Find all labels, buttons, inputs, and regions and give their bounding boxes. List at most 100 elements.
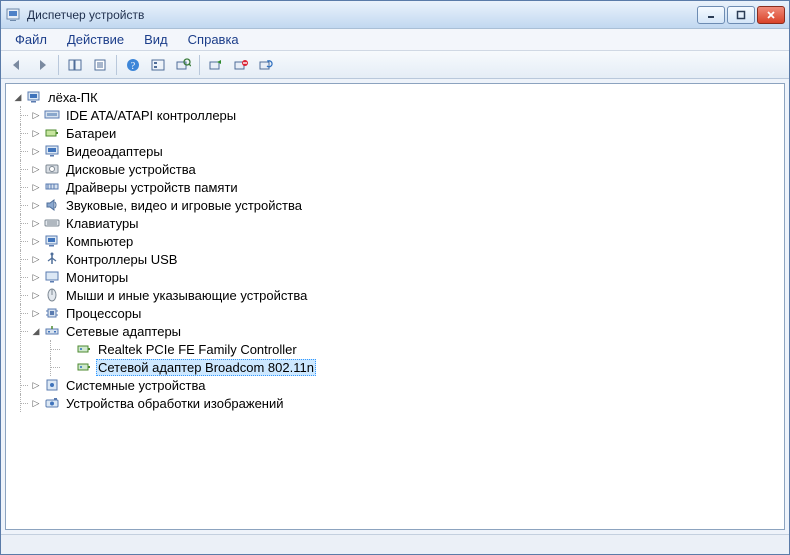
- tree-category-node[interactable]: ▷ Звуковые, видео и игровые устройства: [6, 196, 784, 214]
- expand-icon[interactable]: ▷: [30, 163, 42, 175]
- show-hide-tree-button[interactable]: [63, 54, 87, 76]
- tree-root-label: лёха-ПК: [46, 90, 100, 105]
- expand-icon[interactable]: ▷: [30, 217, 42, 229]
- expand-icon[interactable]: ▷: [30, 307, 42, 319]
- tree-category-node[interactable]: ▷Процессоры: [6, 304, 784, 322]
- nav-forward-button[interactable]: [30, 54, 54, 76]
- tree-device-label: Realtek PCIe FE Family Controller: [96, 342, 299, 357]
- window: Диспетчер устройств Файл Действие Вид Сп…: [0, 0, 790, 555]
- tree-category-label: Системные устройства: [64, 378, 207, 393]
- tree-category-node[interactable]: ▷ Батареи: [6, 124, 784, 142]
- memory-icon: [44, 179, 60, 195]
- menu-view[interactable]: Вид: [136, 30, 176, 49]
- toolbar-separator: [58, 55, 59, 75]
- help-button[interactable]: ?: [121, 54, 145, 76]
- tree-category-node[interactable]: ▷ Клавиатуры: [6, 214, 784, 232]
- tree-device-node[interactable]: Realtek PCIe FE Family Controller: [6, 340, 784, 358]
- tree-category-node[interactable]: ▷ Мыши и иные указывающие устройства: [6, 286, 784, 304]
- tree-category-node[interactable]: ▷ Дисковые устройства: [6, 160, 784, 178]
- menubar: Файл Действие Вид Справка: [1, 29, 789, 51]
- tree-category-label: IDE ATA/ATAPI контроллеры: [64, 108, 238, 123]
- properties-button[interactable]: [88, 54, 112, 76]
- app-icon: [5, 7, 21, 23]
- keyboard-icon: [44, 215, 60, 231]
- tree-category-node[interactable]: ▷ Видеоадаптеры: [6, 142, 784, 160]
- menu-help[interactable]: Справка: [180, 30, 247, 49]
- minimize-button[interactable]: [697, 6, 725, 24]
- expand-icon[interactable]: ▷: [30, 271, 42, 283]
- expand-icon[interactable]: ▷: [30, 145, 42, 157]
- tree-category-node[interactable]: ◢ Сетевые адаптеры: [6, 322, 784, 340]
- maximize-button[interactable]: [727, 6, 755, 24]
- tree-category-label: Драйверы устройств памяти: [64, 180, 240, 195]
- disable-device-button[interactable]: [229, 54, 253, 76]
- expand-icon[interactable]: ▷: [30, 199, 42, 211]
- scan-hardware-button[interactable]: [171, 54, 195, 76]
- tree-category-label: Контроллеры USB: [64, 252, 179, 267]
- expand-icon[interactable]: ▷: [30, 235, 42, 247]
- tree-category-label: Клавиатуры: [64, 216, 141, 231]
- titlebar: Диспетчер устройств: [1, 1, 789, 29]
- expand-icon[interactable]: ▷: [30, 289, 42, 301]
- imaging-icon: [44, 395, 60, 411]
- tree-category-label: Устройства обработки изображений: [64, 396, 286, 411]
- tree-category-node[interactable]: ▷ Контроллеры USB: [6, 250, 784, 268]
- window-title: Диспетчер устройств: [27, 8, 697, 22]
- tree-device-node[interactable]: Сетевой адаптер Broadcom 802.11n: [6, 358, 784, 376]
- tree-category-node[interactable]: ▷ IDE ATA/ATAPI контроллеры: [6, 106, 784, 124]
- tree-category-node[interactable]: ▷ Мониторы: [6, 268, 784, 286]
- collapse-icon[interactable]: ◢: [12, 91, 24, 103]
- system-icon: [44, 377, 60, 393]
- cpu-icon: [44, 305, 60, 321]
- tree-category-label: Мыши и иные указывающие устройства: [64, 288, 309, 303]
- expand-icon[interactable]: ▷: [30, 253, 42, 265]
- computer-icon: [26, 89, 42, 105]
- tree-category-node[interactable]: ▷ Системные устройства: [6, 376, 784, 394]
- tree-category-label: Мониторы: [64, 270, 130, 285]
- tree-category-label: Сетевые адаптеры: [64, 324, 183, 339]
- tree-category-label: Компьютер: [64, 234, 135, 249]
- svg-text:?: ?: [131, 61, 136, 72]
- expand-icon[interactable]: ▷: [30, 379, 42, 391]
- display-icon: [44, 143, 60, 159]
- toolbar: ?: [1, 51, 789, 79]
- battery-icon: [44, 125, 60, 141]
- nav-back-button[interactable]: [5, 54, 29, 76]
- nic-icon: [76, 359, 92, 375]
- expand-icon[interactable]: ▷: [30, 181, 42, 193]
- menu-action[interactable]: Действие: [59, 30, 132, 49]
- tree-category-label: Батареи: [64, 126, 118, 141]
- tree-category-label: Видеоадаптеры: [64, 144, 165, 159]
- disk-icon: [44, 161, 60, 177]
- tree-device-label: Сетевой адаптер Broadcom 802.11n: [96, 359, 316, 376]
- tree-category-label: Звуковые, видео и игровые устройства: [64, 198, 304, 213]
- menu-file[interactable]: Файл: [7, 30, 55, 49]
- tree-category-node[interactable]: ▷ Компьютер: [6, 232, 784, 250]
- expand-icon[interactable]: ▷: [30, 109, 42, 121]
- tree-category-node[interactable]: ▷ Устройства обработки изображений: [6, 394, 784, 412]
- monitor-icon: [44, 269, 60, 285]
- tree-category-label: Дисковые устройства: [64, 162, 198, 177]
- usb-icon: [44, 251, 60, 267]
- collapse-icon[interactable]: ◢: [30, 325, 42, 337]
- uninstall-device-button[interactable]: [254, 54, 278, 76]
- tree-root-node[interactable]: ◢ лёха-ПК: [6, 88, 784, 106]
- window-controls: [697, 6, 785, 24]
- toolbar-separator: [199, 55, 200, 75]
- content-frame: ◢ лёха-ПК ▷ IDE ATA/ATAPI контроллеры ▷ Батар…: [1, 79, 789, 534]
- network-icon: [44, 323, 60, 339]
- action-button[interactable]: [146, 54, 170, 76]
- device-tree[interactable]: ◢ лёха-ПК ▷ IDE ATA/ATAPI контроллеры ▷ Батар…: [5, 83, 785, 530]
- ide-icon: [44, 107, 60, 123]
- close-button[interactable]: [757, 6, 785, 24]
- statusbar: [1, 534, 789, 554]
- toolbar-separator: [116, 55, 117, 75]
- sound-icon: [44, 197, 60, 213]
- computer-icon: [44, 233, 60, 249]
- mouse-icon: [44, 287, 60, 303]
- expand-icon[interactable]: ▷: [30, 127, 42, 139]
- nic-icon: [76, 341, 92, 357]
- expand-icon[interactable]: ▷: [30, 397, 42, 409]
- tree-category-node[interactable]: ▷ Драйверы устройств памяти: [6, 178, 784, 196]
- enable-device-button[interactable]: [204, 54, 228, 76]
